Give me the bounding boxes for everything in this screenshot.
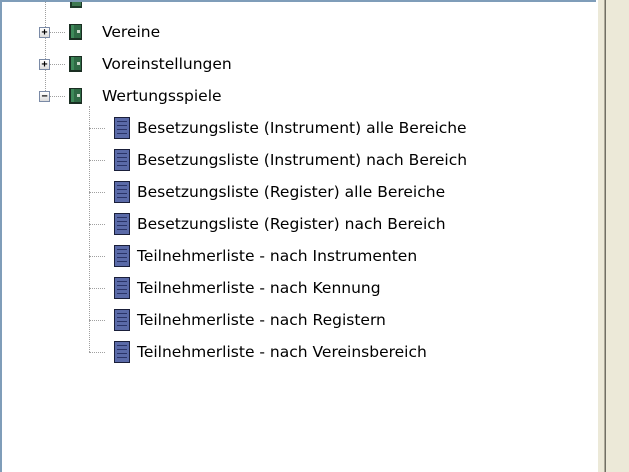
tree-item-label: Teilnehmerliste - nach Instrumenten: [137, 247, 418, 265]
tree-item-report[interactable]: Besetzungsliste (Instrument) alle Bereic…: [0, 112, 596, 144]
book-icon: [69, 88, 82, 104]
tree-folder-wertungsspiele[interactable]: − Wertungsspiele: [0, 80, 596, 112]
tree-item-label: Teilnehmerliste - nach Registern: [137, 311, 386, 329]
report-document-icon: [114, 117, 130, 139]
tree-folder-vereine[interactable]: + Vereine: [0, 16, 596, 48]
book-icon: [69, 56, 82, 72]
collapse-button[interactable]: −: [39, 91, 50, 102]
tree-folder-label: Voreinstellungen: [102, 55, 232, 73]
book-icon: [69, 24, 82, 40]
report-document-icon: [114, 309, 130, 331]
report-document-icon: [114, 245, 130, 267]
tree-view: + Vereine + Voreinstellungen − Wertungss…: [0, 0, 596, 472]
tree-item-report[interactable]: Besetzungsliste (Register) alle Bereiche: [0, 176, 596, 208]
tree-folder-label: Vereine: [102, 23, 161, 41]
report-document-icon: [114, 213, 130, 235]
tree-item-report[interactable]: Teilnehmerliste - nach Kennung: [0, 272, 596, 304]
tree-item-report[interactable]: Teilnehmerliste - nach Registern: [0, 304, 596, 336]
tree-item-label: Besetzungsliste (Instrument) alle Bereic…: [137, 119, 467, 137]
tree-item-label: Teilnehmerliste - nach Kennung: [137, 279, 381, 297]
expand-button[interactable]: +: [39, 27, 50, 38]
tree-item-label: Besetzungsliste (Register) alle Bereiche: [137, 183, 446, 201]
tree-item-label: Besetzungsliste (Register) nach Bereich: [137, 215, 446, 233]
tree-item-report[interactable]: Besetzungsliste (Instrument) nach Bereic…: [0, 144, 596, 176]
splitter-pane[interactable]: [596, 0, 629, 472]
splitter-dark-shadow: [605, 0, 606, 472]
tree-item-report[interactable]: Teilnehmerliste - nach Instrumenten: [0, 240, 596, 272]
tree-item-report[interactable]: Besetzungsliste (Register) nach Bereich: [0, 208, 596, 240]
tree-folder-voreinstellungen[interactable]: + Voreinstellungen: [0, 48, 596, 80]
frame-border: [0, 0, 2, 472]
tree-item-label: Besetzungsliste (Instrument) nach Bereic…: [137, 151, 468, 169]
expand-button[interactable]: +: [39, 59, 50, 70]
tree-item-label: Teilnehmerliste - nach Vereinsbereich: [137, 343, 427, 361]
tree-folder-label: Wertungsspiele: [102, 87, 222, 105]
report-document-icon: [114, 277, 130, 299]
tree-item-report[interactable]: Teilnehmerliste - nach Vereinsbereich: [0, 336, 596, 368]
splitter-highlight: [596, 0, 598, 472]
report-document-icon: [114, 181, 130, 203]
frame-border: [0, 0, 629, 2]
report-document-icon: [114, 149, 130, 171]
report-document-icon: [114, 341, 130, 363]
